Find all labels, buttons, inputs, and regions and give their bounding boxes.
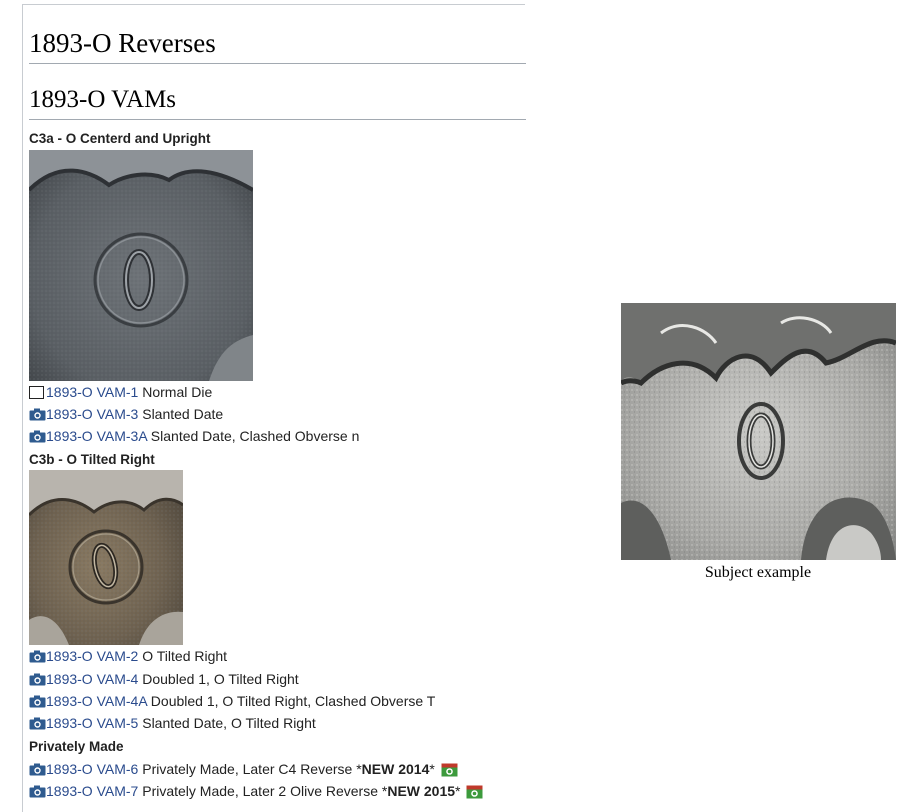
link-vam-4a[interactable]: 1893-O VAM-4A <box>46 693 147 709</box>
link-vam-7[interactable]: 1893-O VAM-7 <box>46 783 138 799</box>
camera-icon[interactable] <box>29 695 46 708</box>
list-item-vam-3: 1893-O VAM-3 Slanted Date <box>29 404 223 424</box>
group-title-c3b: C3b - O Tilted Right <box>29 452 155 467</box>
camera-icon[interactable] <box>29 650 46 663</box>
camera-icon[interactable] <box>29 717 46 730</box>
link-vam-2[interactable]: 1893-O VAM-2 <box>46 648 138 664</box>
link-vam-5[interactable]: 1893-O VAM-5 <box>46 715 138 731</box>
group-title-privately-made: Privately Made <box>29 739 124 754</box>
list-item-vam-6: 1893-O VAM-6 Privately Made, Later C4 Re… <box>29 759 458 779</box>
empty-box-icon <box>29 386 44 399</box>
new-badge-2014: NEW 2014 <box>361 761 430 777</box>
coin-image-c3b[interactable] <box>29 470 183 645</box>
desc-vam-7-suffix: * <box>455 783 461 799</box>
page-heading: 1893-O Reverses <box>29 26 526 64</box>
desc-vam-4a: Doubled 1, O Tilted Right, Clashed Obver… <box>150 693 436 709</box>
section-heading: 1893-O VAMs <box>29 84 526 120</box>
link-vam-1[interactable]: 1893-O VAM-1 <box>46 384 138 400</box>
new-photo-icon[interactable] <box>441 763 458 777</box>
desc-vam-6-suffix: * <box>429 761 435 777</box>
subject-example-image[interactable] <box>621 303 896 560</box>
new-badge-2015: NEW 2015 <box>387 783 456 799</box>
desc-vam-2: O Tilted Right <box>142 648 228 664</box>
new-photo-icon[interactable] <box>466 785 483 799</box>
camera-icon[interactable] <box>29 763 46 776</box>
link-vam-3a[interactable]: 1893-O VAM-3A <box>46 428 147 444</box>
list-item-vam-2: 1893-O VAM-2 O Tilted Right <box>29 646 227 666</box>
list-item-vam-4: 1893-O VAM-4 Doubled 1, O Tilted Right <box>29 669 299 689</box>
desc-vam-4: Doubled 1, O Tilted Right <box>142 671 299 687</box>
desc-vam-1: Normal Die <box>142 384 213 400</box>
top-divider <box>22 4 525 5</box>
desc-vam-3: Slanted Date <box>142 406 224 422</box>
link-vam-3[interactable]: 1893-O VAM-3 <box>46 406 138 422</box>
group-title-c3a: C3a - O Centerd and Upright <box>29 131 211 146</box>
list-item-vam-7: 1893-O VAM-7 Privately Made, Later 2 Oli… <box>29 781 483 801</box>
content-left-border <box>22 4 23 812</box>
list-item-vam-3a: 1893-O VAM-3A Slanted Date, Clashed Obve… <box>29 426 359 446</box>
camera-icon[interactable] <box>29 430 46 443</box>
desc-vam-6: Privately Made, Later C4 Reverse * <box>142 761 362 777</box>
list-item-vam-1: 1893-O VAM-1 Normal Die <box>29 382 212 402</box>
desc-vam-7: Privately Made, Later 2 Olive Reverse * <box>142 783 388 799</box>
desc-vam-5: Slanted Date, O Tilted Right <box>142 715 316 731</box>
desc-vam-3a: Slanted Date, Clashed Obverse n <box>150 428 360 444</box>
list-item-vam-5: 1893-O VAM-5 Slanted Date, O Tilted Righ… <box>29 713 316 733</box>
list-item-vam-4a: 1893-O VAM-4A Doubled 1, O Tilted Right,… <box>29 691 435 711</box>
camera-icon[interactable] <box>29 408 46 421</box>
camera-icon[interactable] <box>29 785 46 798</box>
link-vam-4[interactable]: 1893-O VAM-4 <box>46 671 138 687</box>
camera-icon[interactable] <box>29 673 46 686</box>
coin-image-c3a[interactable] <box>29 150 253 381</box>
subject-caption: Subject example <box>704 564 812 581</box>
link-vam-6[interactable]: 1893-O VAM-6 <box>46 761 138 777</box>
